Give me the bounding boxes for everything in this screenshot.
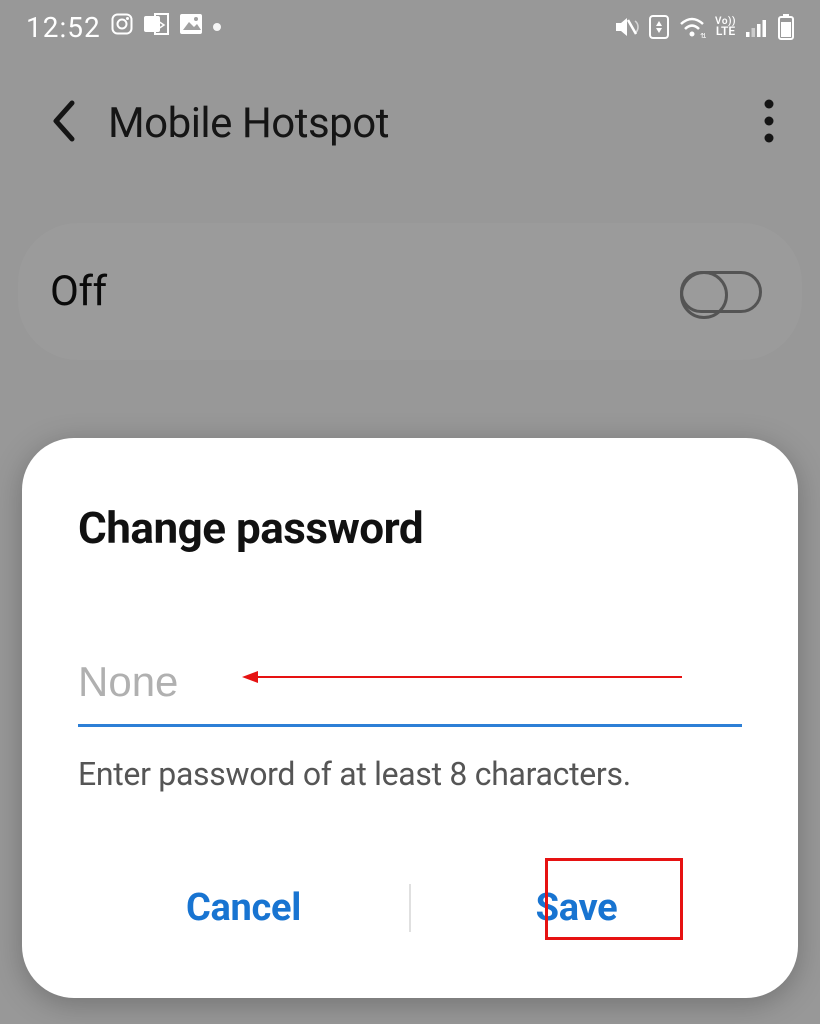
change-password-dialog: Change password Enter password of at lea…	[22, 438, 798, 998]
recycle-icon	[649, 15, 669, 39]
status-time: 12:52	[26, 11, 101, 44]
status-bar: 12:52 ⇅ Vo)) LTE	[0, 0, 820, 54]
signal-icon	[745, 16, 769, 38]
dialog-title: Change password	[78, 502, 742, 554]
battery-icon	[778, 14, 794, 40]
instagram-icon	[111, 13, 133, 41]
dialog-actions: Cancel Save	[78, 846, 742, 966]
wifi-icon: ⇅	[678, 16, 706, 38]
password-input[interactable]	[78, 654, 742, 727]
notification-dot-icon	[213, 23, 221, 31]
svg-text:⇅: ⇅	[700, 32, 706, 38]
mute-vibrate-icon	[614, 15, 640, 39]
outlook-icon	[143, 13, 169, 41]
gallery-icon	[179, 13, 203, 41]
cancel-button[interactable]: Cancel	[78, 866, 409, 950]
password-helper-text: Enter password of at least 8 characters.	[78, 755, 742, 793]
volte-indicator: Vo)) LTE	[715, 18, 736, 37]
save-button[interactable]: Save	[411, 866, 742, 950]
